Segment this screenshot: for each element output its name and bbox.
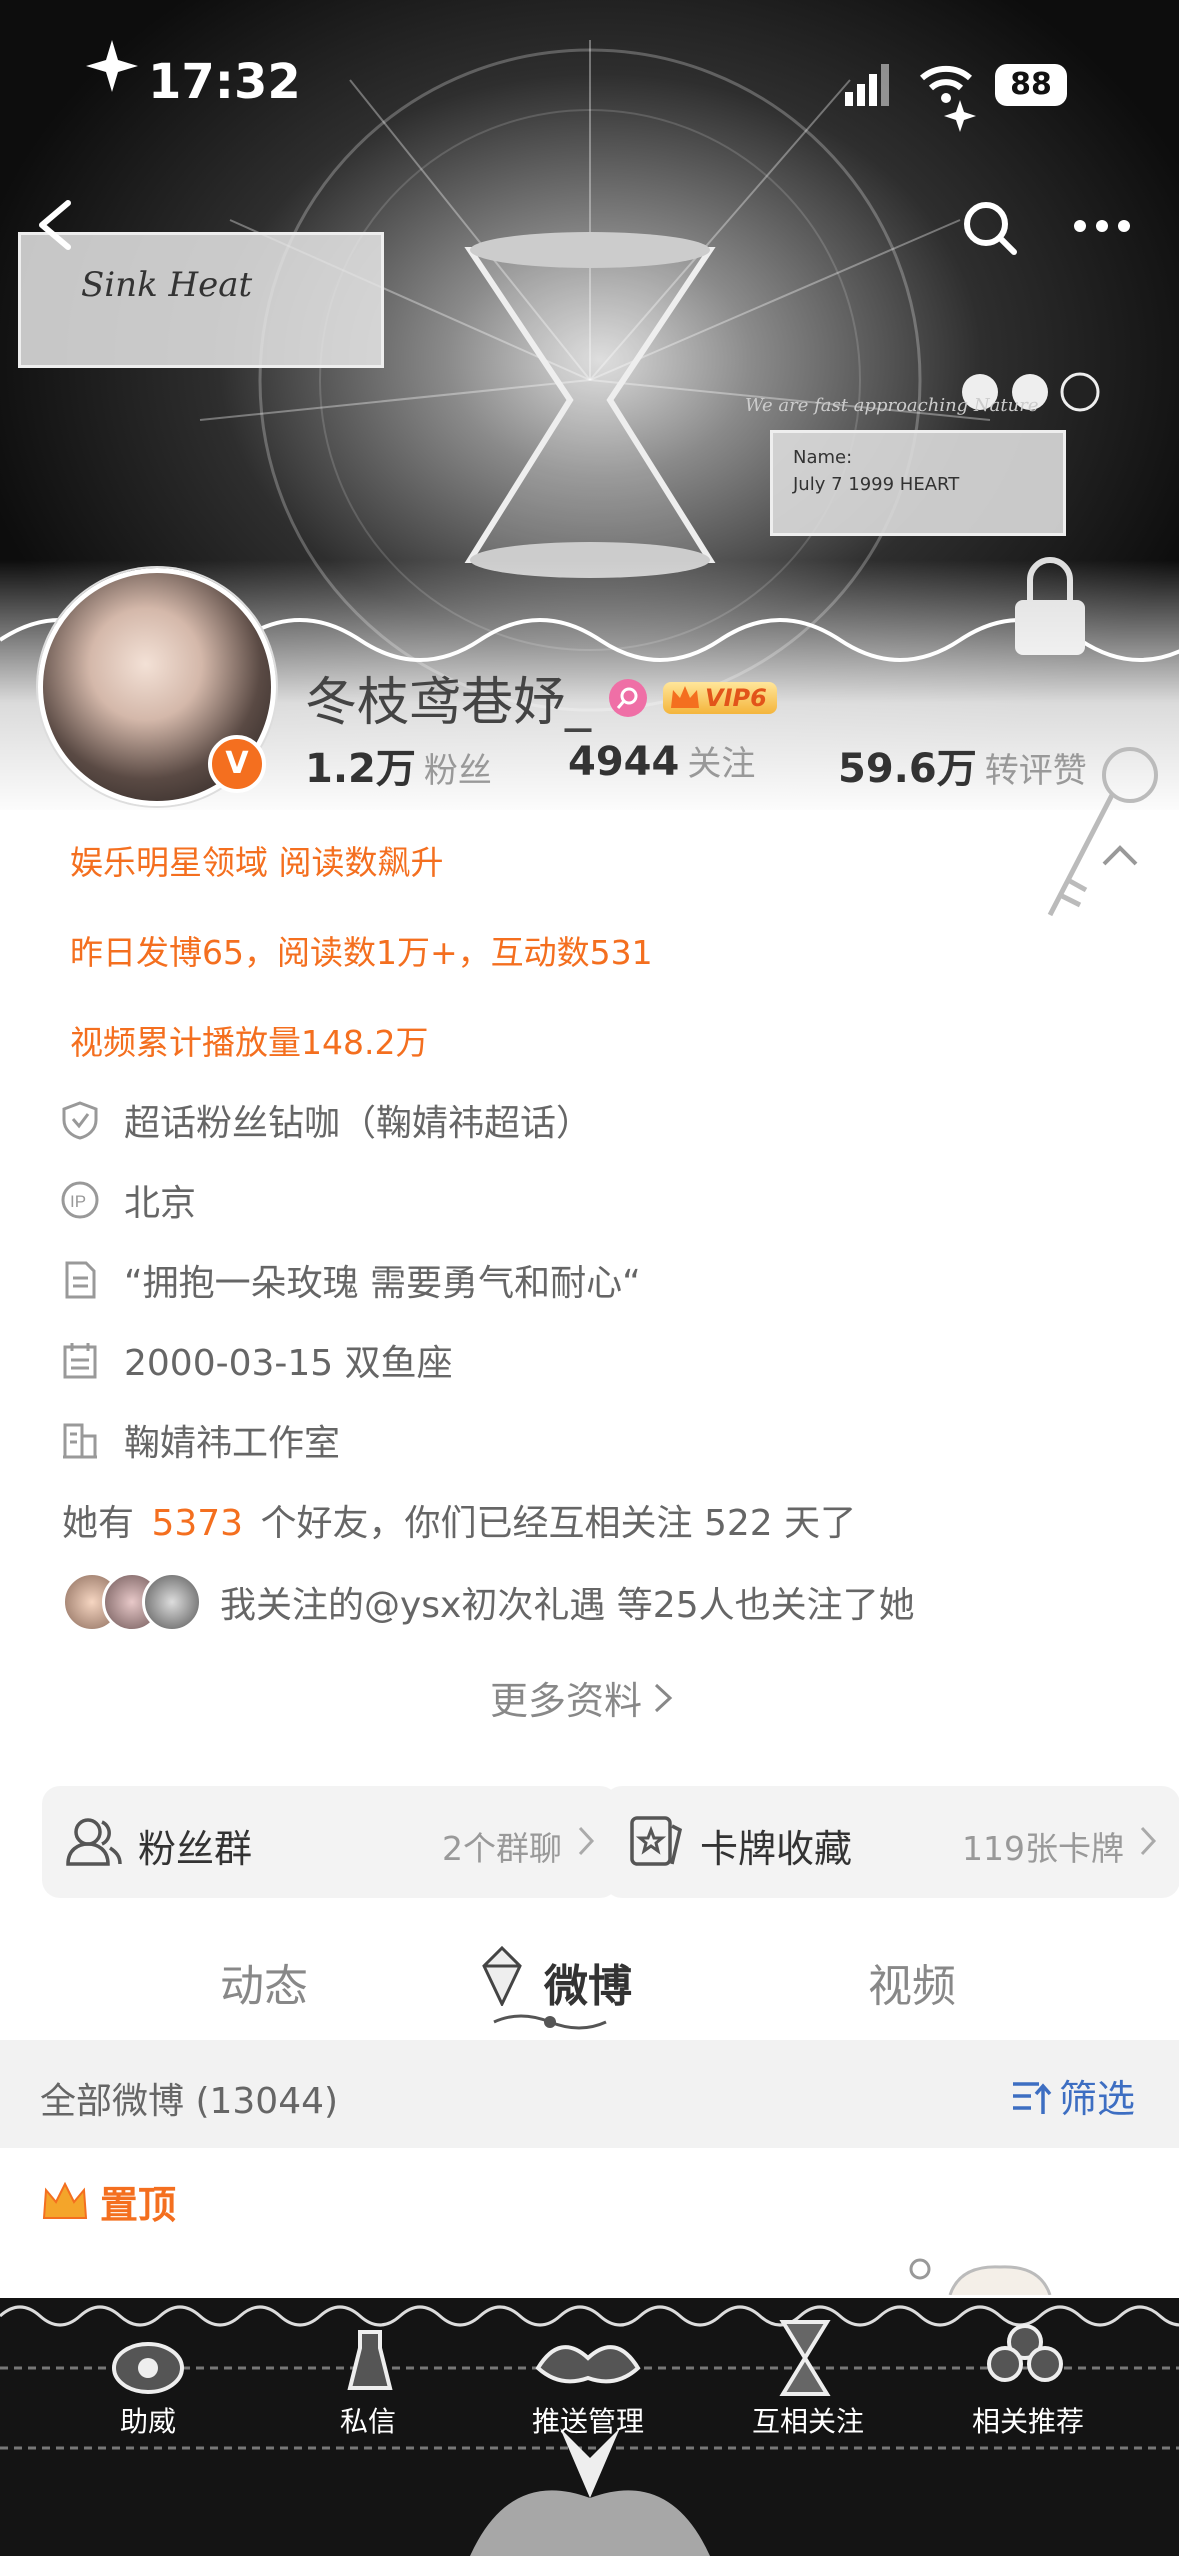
mutual-avatar-3 xyxy=(142,1572,202,1632)
stat-fans[interactable]: 1.2万 粉丝 xyxy=(305,736,492,794)
tab-activity[interactable]: 动态 xyxy=(220,1950,308,2014)
gender-female-icon xyxy=(609,678,648,717)
highlight-3[interactable]: 视频累计播放量148.2万 xyxy=(70,1016,428,1064)
more-icon[interactable] xyxy=(1072,216,1132,236)
company-icon xyxy=(63,1423,97,1459)
info-birthday-text: 2000-03-15 双鱼座 xyxy=(124,1343,453,1384)
chevron-right-icon xyxy=(1140,1826,1157,1856)
pinned-decoration xyxy=(909,2258,1052,2295)
mutual-follow-text: 我关注的@ysx初次礼遇 等25人也关注了她 xyxy=(220,1585,915,1626)
friends-line: 她有 5373 个好友，你们已经互相关注 522 天了 xyxy=(62,1494,856,1546)
banner-caption: We are fast approaching Nature xyxy=(745,395,1039,416)
filter-button[interactable]: 筛选 xyxy=(1009,2068,1135,2123)
crown-icon xyxy=(671,685,700,708)
more-info-link[interactable]: 更多资料 xyxy=(490,1670,676,1725)
tab-decoration-icon xyxy=(482,1946,522,2006)
ip-icon: IP xyxy=(61,1181,99,1219)
back-icon[interactable] xyxy=(30,195,80,255)
info-super-topic[interactable]: 超话粉丝钻咖（鞠婧祎超话） xyxy=(60,1090,592,1150)
fan-group-button[interactable]: 粉丝群 2个群聊 xyxy=(42,1786,618,1898)
friends-suffix: 个好友，你们已经互相关注 522 天了 xyxy=(260,1503,857,1544)
nav-recommendations[interactable]: 相关推荐 xyxy=(943,2400,1113,2440)
filter-icon xyxy=(1012,2081,1052,2114)
stat-following-num: 4944 xyxy=(568,739,680,785)
battery-icon: 88 xyxy=(995,64,1067,106)
wifi-icon xyxy=(920,65,972,103)
search-icon[interactable] xyxy=(960,198,1020,258)
fan-group-title: 粉丝群 xyxy=(138,1827,253,1871)
cellular-signal-icon xyxy=(845,64,889,106)
info-bio: “拥抱一朵玫瑰 需要勇气和耐心“ xyxy=(60,1250,641,1310)
profile-name-row: 冬枝鸢巷妤_ VIP6 xyxy=(305,660,777,735)
profile-name: 冬枝鸢巷妤_ xyxy=(305,673,592,733)
nav-mutual-follow[interactable]: 互相关注 xyxy=(723,2400,893,2440)
chevron-right-icon xyxy=(578,1826,595,1856)
info-super-topic-text: 超话粉丝钻咖（鞠婧祎超话） xyxy=(124,1103,593,1144)
group-icon xyxy=(66,1818,122,1866)
card-collection-meta: 119张卡牌 xyxy=(962,1829,1124,1868)
info-company: 鞠婧祎工作室 xyxy=(60,1410,340,1470)
battery-level: 88 xyxy=(1010,67,1052,102)
info-ip-location: IP 北京 xyxy=(60,1170,196,1230)
vip-badge: VIP6 xyxy=(663,681,777,714)
friends-count[interactable]: 5373 xyxy=(151,1503,243,1544)
info-birthday: 2000-03-15 双鱼座 xyxy=(60,1330,453,1390)
collapse-chevron-icon[interactable] xyxy=(1100,842,1140,868)
highlight-2[interactable]: 昨日发博65，阅读数1万+，互动数531 xyxy=(70,926,653,974)
more-info-text: 更多资料 xyxy=(490,1679,643,1723)
all-weibo-count[interactable]: 全部微博 (13044) xyxy=(40,2072,338,2124)
stat-following[interactable]: 4944 关注 xyxy=(568,736,755,785)
stat-interactions-num: 59.6万 xyxy=(838,746,977,792)
vip-level: VIP6 xyxy=(705,683,767,712)
card-collection-title: 卡牌收藏 xyxy=(700,1827,853,1871)
tab-weibo[interactable]: 微博 xyxy=(544,1950,632,2014)
mutual-follow-row[interactable]: 我关注的@ysx初次礼遇 等25人也关注了她 xyxy=(62,1572,915,1632)
friends-prefix: 她有 xyxy=(62,1503,135,1544)
stat-following-label: 关注 xyxy=(687,744,756,784)
info-bio-text: “拥抱一朵玫瑰 需要勇气和耐心“ xyxy=(124,1263,641,1304)
card-collection-icon xyxy=(630,1816,683,1866)
verified-badge: V xyxy=(208,735,266,793)
tab-active-indicator xyxy=(493,2014,607,2030)
hourglass-icon[interactable] xyxy=(775,2318,835,2398)
nav-messages[interactable]: 私信 xyxy=(283,2400,453,2440)
key-decoration xyxy=(1047,747,1158,917)
nav-push-settings[interactable]: 推送管理 xyxy=(503,2400,673,2440)
banner-card-date: July 7 1999 HEART xyxy=(793,474,960,495)
shield-icon xyxy=(62,1101,98,1140)
fan-group-meta: 2个群聊 xyxy=(442,1829,562,1868)
stat-fans-num: 1.2万 xyxy=(305,746,416,792)
highlight-1[interactable]: 娱乐明星领域 阅读数飙升 xyxy=(70,836,444,884)
info-ip-text: 北京 xyxy=(124,1183,197,1224)
cheer-icon[interactable] xyxy=(110,2338,186,2398)
card-collection-button[interactable]: 卡牌收藏 119张卡牌 xyxy=(604,1786,1179,1898)
nav-cheer[interactable]: 助威 xyxy=(63,2400,233,2440)
chevron-right-icon xyxy=(654,1683,673,1712)
status-time: 17:32 xyxy=(148,54,301,110)
push-settings-icon[interactable] xyxy=(530,2328,646,2398)
filter-label: 筛选 xyxy=(1058,2077,1135,2121)
tab-video[interactable]: 视频 xyxy=(868,1950,956,2014)
stat-fans-label: 粉丝 xyxy=(423,751,492,791)
banner-card-name: Name: xyxy=(793,447,853,468)
filter-bar: 全部微博 (13044) 筛选 xyxy=(0,2040,1179,2148)
crown-icon xyxy=(42,2181,88,2219)
pinned-label: 置顶 xyxy=(40,2174,176,2229)
banner-heart-card: Name: July 7 1999 HEART xyxy=(770,430,1066,536)
pinned-text: 置顶 xyxy=(100,2183,177,2227)
document-icon xyxy=(65,1261,96,1299)
svg-text:IP: IP xyxy=(70,1192,86,1211)
message-icon[interactable] xyxy=(340,2328,400,2398)
calendar-icon xyxy=(63,1343,97,1379)
clover-icon[interactable] xyxy=(985,2322,1065,2398)
info-company-text: 鞠婧祎工作室 xyxy=(124,1423,341,1464)
